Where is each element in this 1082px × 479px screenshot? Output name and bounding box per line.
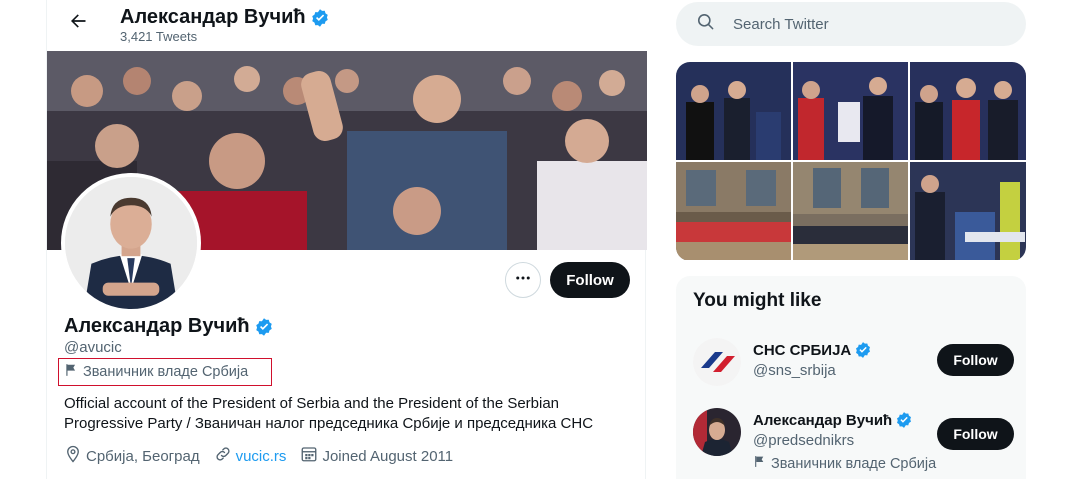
suggestion-handle: @predsednikrs: [753, 432, 855, 449]
profile-handle: @avucic: [64, 339, 122, 356]
media-thumbnail[interactable]: [676, 62, 791, 160]
suggestion-handle: @sns_srbija: [753, 362, 836, 379]
media-thumbnail[interactable]: [676, 162, 791, 260]
joined-item: Joined August 2011: [300, 445, 453, 467]
website-item[interactable]: vucic.rs: [214, 445, 287, 467]
verified-badge-icon: [254, 317, 274, 337]
avatar[interactable]: [693, 408, 741, 456]
you-might-like-panel: You might like СНС СРБИЈА @sns_srbija Fo…: [676, 276, 1026, 479]
suggestion-government-label: Званичник владе Србија: [753, 455, 936, 472]
arrow-left-icon: [68, 11, 88, 36]
suggestion-follow-button[interactable]: Follow: [937, 344, 1014, 376]
more-options-button[interactable]: [505, 262, 541, 298]
suggestion-label-text: Званичник владе Србија: [771, 455, 937, 472]
flag-icon: [64, 363, 78, 382]
follow-button[interactable]: Follow: [550, 262, 630, 298]
suggestion-name-text: Александар Вучић: [753, 411, 893, 429]
header-name: Александар Вучић: [120, 6, 306, 28]
location-item: Србија, Београд: [64, 445, 200, 467]
profile-meta: Србија, Београд vucic.rs Joined August 2…: [64, 445, 453, 467]
search-icon: [696, 12, 715, 36]
website-link[interactable]: vucic.rs: [236, 448, 287, 465]
media-thumbnail-grid: [676, 62, 1026, 261]
verified-badge-icon: [854, 341, 872, 359]
search-bar[interactable]: [676, 2, 1026, 46]
suggestion-item-sns[interactable]: СНС СРБИЈА @sns_srbija Follow: [693, 338, 1014, 398]
verified-badge-icon: [895, 411, 913, 429]
link-icon: [214, 445, 232, 467]
location-pin-icon: [64, 445, 82, 467]
suggestion-name-text: СНС СРБИЈА: [753, 341, 852, 359]
profile-header-bar: Александар Вучић 3,421 Tweets: [47, 0, 647, 51]
avatar[interactable]: [693, 338, 741, 386]
you-might-like-title: You might like: [693, 290, 822, 311]
verified-badge-icon: [310, 8, 330, 28]
suggestion-name: Александар Вучић: [753, 411, 913, 429]
avatar-photo: [65, 177, 197, 309]
joined-text: Joined August 2011: [322, 447, 454, 465]
suggestion-follow-button[interactable]: Follow: [937, 418, 1014, 450]
back-button[interactable]: [61, 6, 95, 40]
flag-icon: [753, 455, 766, 472]
calendar-icon: [300, 445, 318, 467]
suggestion-item-predsednikrs[interactable]: Александар Вучић @predsednikrs Званичник…: [693, 408, 1014, 472]
profile-column: Александар Вучић 3,421 Tweets Follow Але…: [46, 0, 647, 479]
search-input[interactable]: [733, 15, 993, 33]
profile-avatar[interactable]: [61, 173, 201, 313]
suggestion-name: СНС СРБИЈА: [753, 341, 872, 359]
profile-name-text: Александар Вучић: [64, 315, 250, 337]
twitter-profile-page: Александар Вучић 3,421 Tweets Follow Але…: [0, 0, 1082, 479]
more-dots-icon: [514, 269, 532, 292]
media-thumbnail[interactable]: [793, 162, 908, 260]
tweet-count: 3,421 Tweets: [120, 29, 198, 44]
media-thumbnail[interactable]: [910, 162, 1026, 260]
header-title: Александар Вучић: [120, 6, 330, 29]
profile-display-name: Александар Вучић: [64, 315, 274, 338]
government-label: Званичник владе Србија: [58, 358, 272, 386]
government-label-text: Званичник владе Србија: [83, 364, 249, 380]
location-text: Србија, Београд: [86, 447, 200, 465]
media-thumbnail[interactable]: [793, 62, 908, 160]
media-thumbnail[interactable]: [910, 62, 1026, 160]
profile-bio: Official account of the President of Ser…: [64, 395, 594, 432]
